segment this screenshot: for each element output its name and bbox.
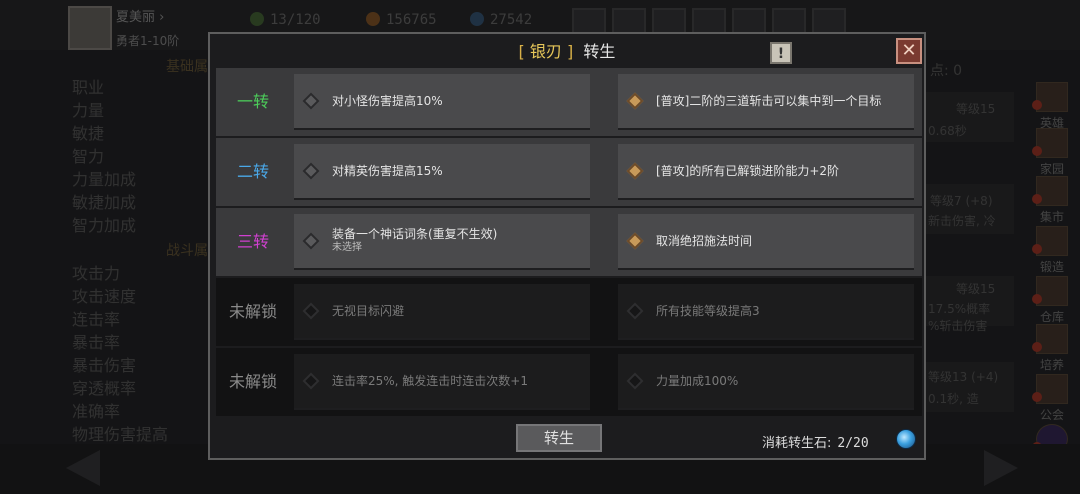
perk-option[interactable]: [普攻]二阶的三道斩击可以集中到一个目标: [618, 74, 914, 130]
perk-text: 所有技能等级提高3: [656, 284, 904, 338]
diamond-marker-icon: [626, 372, 644, 390]
perk-description: 所有技能等级提高3: [656, 304, 760, 318]
perk-text: 力量加成100%: [656, 354, 904, 408]
info-icon[interactable]: !: [770, 42, 792, 64]
perk-text: 装备一个神话词条(重复不生效) 未选择: [332, 214, 580, 268]
cost-value: 2/20: [837, 436, 869, 451]
perk-description: [普攻]二阶的三道斩击可以集中到一个目标: [656, 94, 882, 108]
cost-label: 消耗转生石:: [762, 436, 832, 451]
perk-description: 取消绝招施法时间: [656, 234, 753, 248]
close-button[interactable]: ✕: [896, 38, 922, 64]
title-suffix: 转生: [583, 42, 616, 61]
tier-label: 未解锁: [228, 302, 277, 321]
perk-description: 连击率25%, 触发连击时连击次数+1: [332, 374, 528, 388]
perk-option: 连击率25%, 触发连击时连击次数+1: [294, 354, 590, 410]
perk-description: 对小怪伤害提高10%: [332, 94, 443, 108]
title-bracket: [: [518, 42, 525, 61]
rebirth-button[interactable]: 转生: [516, 424, 602, 452]
perk-description: 无视目标闪避: [332, 304, 405, 318]
perk-description: 装备一个神话词条(重复不生效): [332, 227, 498, 241]
diamond-marker-icon: [302, 372, 320, 390]
perk-option: 力量加成100%: [618, 354, 914, 410]
perk-option: 无视目标闪避: [294, 284, 590, 340]
rebirth-tier-row: 一转 对小怪伤害提高10% [普攻]二阶的三道斩击可以集中到一个目标: [216, 68, 922, 136]
perk-status: 未选择: [332, 242, 362, 253]
perk-option[interactable]: 装备一个神话词条(重复不生效) 未选择: [294, 214, 590, 270]
rebirth-stone-icon: [896, 429, 916, 449]
diamond-marker-icon: [302, 162, 320, 180]
perk-text: 对小怪伤害提高10%: [332, 74, 580, 128]
perk-text: 取消绝招施法时间: [656, 214, 904, 268]
diamond-marker-icon: [302, 232, 320, 250]
perk-option: 所有技能等级提高3: [618, 284, 914, 340]
dialog-title: [ 银刃 ] 转生: [210, 34, 924, 70]
perk-text: [普攻]二阶的三道斩击可以集中到一个目标: [656, 74, 904, 128]
perk-description: [普攻]的所有已解锁进阶能力+2阶: [656, 164, 840, 178]
perk-text: [普攻]的所有已解锁进阶能力+2阶: [656, 144, 904, 198]
diamond-marker-icon: [626, 162, 644, 180]
tier-label: 二转: [236, 162, 269, 181]
perk-text: 连击率25%, 触发连击时连击次数+1: [332, 354, 580, 408]
tier-label: 三转: [236, 232, 269, 251]
tier-label: 未解锁: [228, 372, 277, 391]
diamond-marker-icon: [302, 92, 320, 110]
perk-option[interactable]: 对精英伤害提高15%: [294, 144, 590, 200]
perk-description: 力量加成100%: [656, 374, 739, 388]
rebirth-cost: 消耗转生石: 2/20: [762, 432, 869, 451]
perk-text: 对精英伤害提高15%: [332, 144, 580, 198]
perk-option[interactable]: 取消绝招施法时间: [618, 214, 914, 270]
perk-description: 对精英伤害提高15%: [332, 164, 443, 178]
perk-text: 无视目标闪避: [332, 284, 580, 338]
tier-label: 一转: [236, 92, 269, 111]
rebirth-tier-row: 二转 对精英伤害提高15% [普攻]的所有已解锁进阶能力+2阶: [216, 138, 922, 206]
perk-option[interactable]: [普攻]的所有已解锁进阶能力+2阶: [618, 144, 914, 200]
rebirth-dialog: [ 银刃 ] 转生 ! ✕ 一转 对小怪伤害提高10% [普攻]二阶的三道斩击可以集…: [208, 32, 926, 460]
diamond-marker-icon: [302, 302, 320, 320]
diamond-marker-icon: [626, 92, 644, 110]
rebirth-tier-row: 三转 装备一个神话词条(重复不生效) 未选择 取消绝招施法时间: [216, 208, 922, 276]
rebirth-tier-row-locked: 未解锁 无视目标闪避 所有技能等级提高3: [216, 278, 922, 346]
diamond-marker-icon: [626, 232, 644, 250]
title-bracket: ]: [567, 42, 574, 61]
diamond-marker-icon: [626, 302, 644, 320]
perk-option[interactable]: 对小怪伤害提高10%: [294, 74, 590, 130]
rebirth-tier-row-locked: 未解锁 连击率25%, 触发连击时连击次数+1 力量加成100%: [216, 348, 922, 416]
title-class-name: 银刃: [529, 42, 562, 61]
